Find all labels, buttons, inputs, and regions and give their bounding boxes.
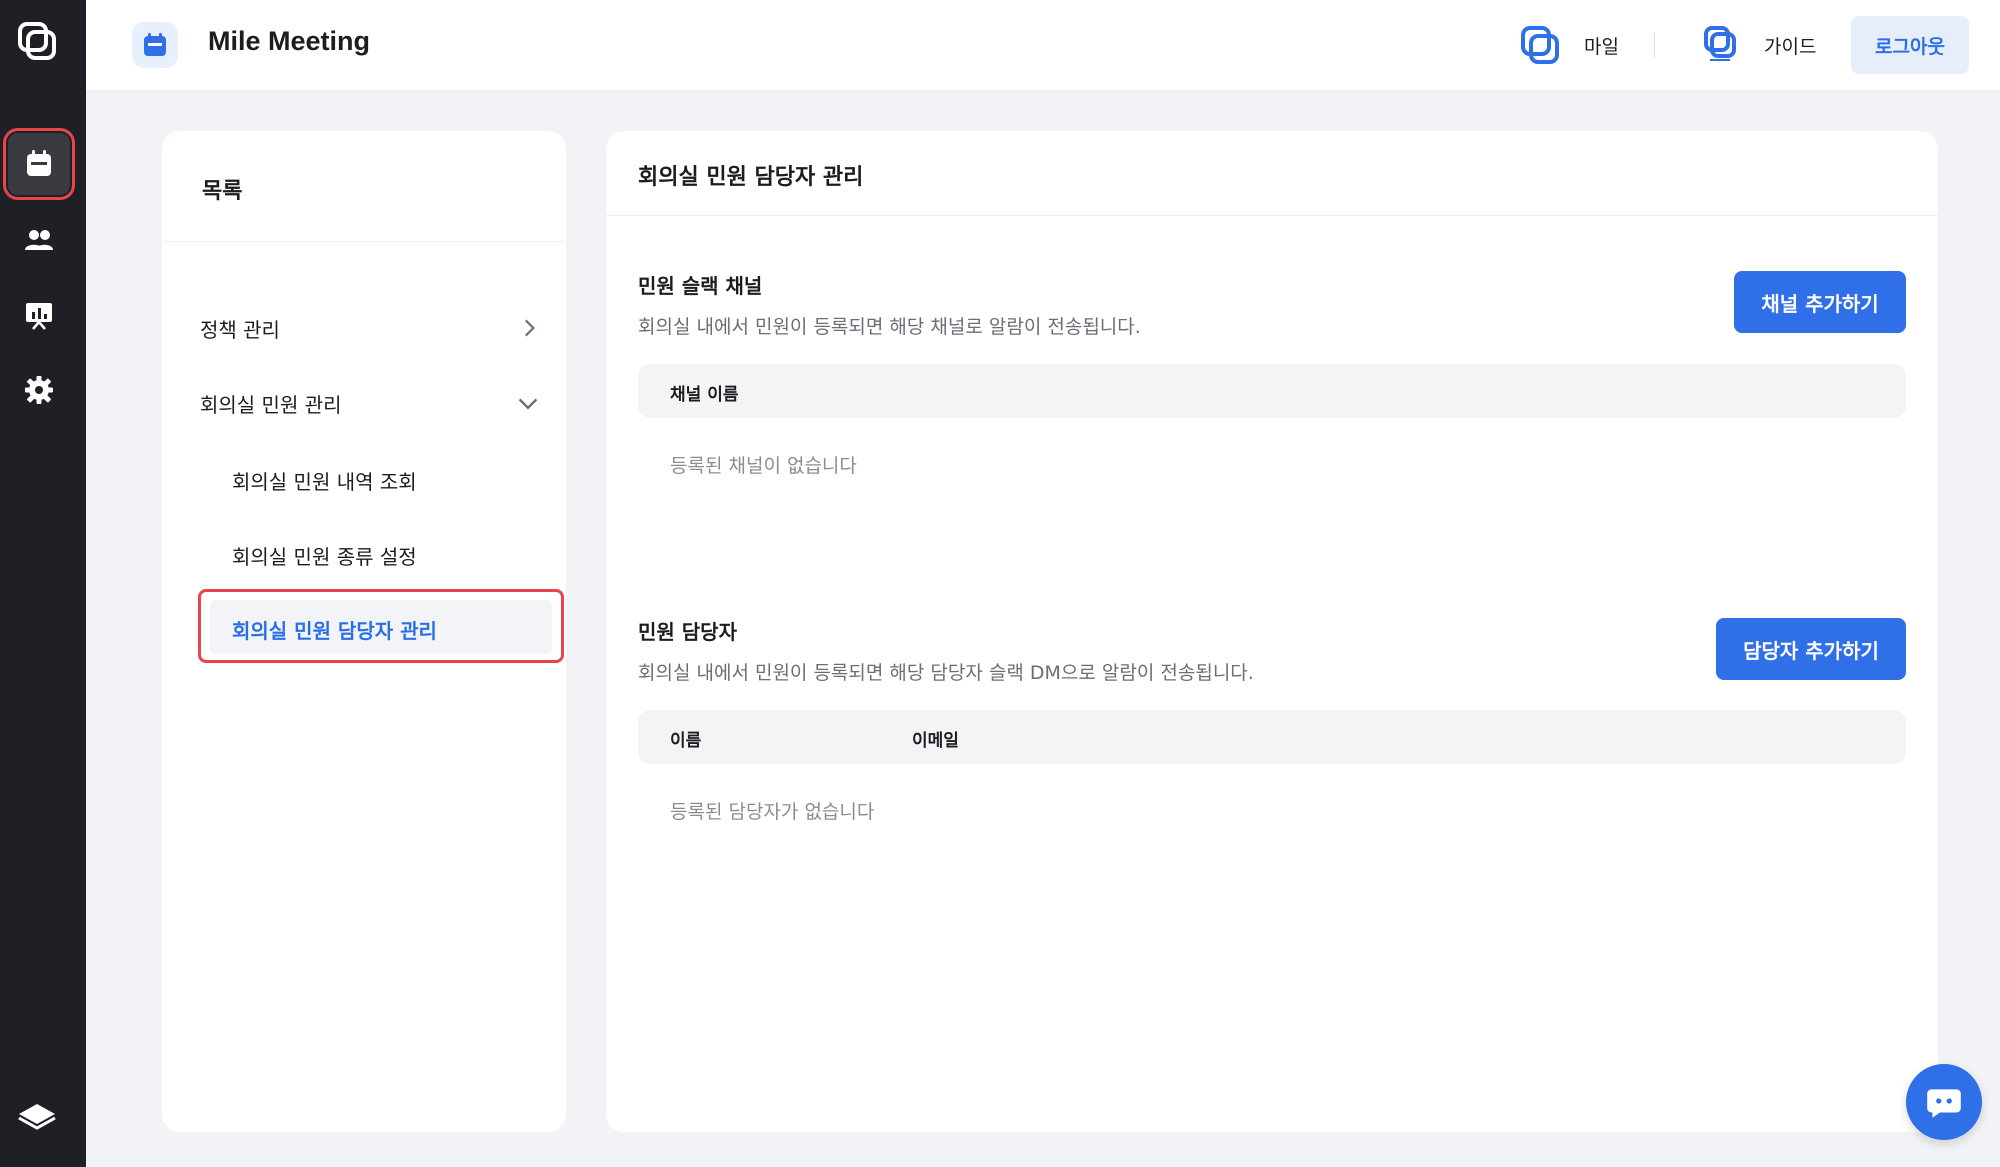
column-header-channel-name: 채널 이름 — [670, 385, 739, 405]
sidebar-item-policy[interactable]: 정책 관리 — [200, 308, 540, 348]
column-header-name: 이름 — [670, 731, 702, 751]
chevron-down-icon — [518, 398, 538, 410]
manager-section-description: 회의실 내에서 민원이 등록되면 해당 담당자 슬랙 DM으로 알람이 전송됩니… — [638, 662, 1254, 684]
chat-button[interactable] — [1906, 1064, 1982, 1140]
rail-item-meeting[interactable] — [3, 128, 75, 200]
channel-section-title: 민원 슬랙 채널 — [638, 274, 763, 298]
header-divider — [1654, 32, 1655, 58]
sidebar-subitem-types[interactable]: 회의실 민원 종류 설정 — [232, 541, 417, 570]
highlight-box — [198, 589, 564, 663]
app-title: Mile Meeting — [208, 26, 371, 56]
sidebar-item-label: 회의실 민원 관리 — [200, 392, 342, 417]
mile-link[interactable]: 마일 — [1520, 18, 1619, 72]
add-channel-button[interactable]: 채널 추가하기 — [1734, 271, 1906, 333]
title-divider — [606, 215, 1938, 216]
guide-link-label: 가이드 — [1764, 35, 1817, 58]
channel-empty-text: 등록된 채널이 없습니다 — [670, 455, 857, 477]
channel-section-description: 회의실 내에서 민원이 등록되면 해당 채널로 알람이 전송됩니다. — [638, 316, 1141, 338]
mile-link-label: 마일 — [1584, 35, 1619, 58]
app-logo-icon[interactable] — [16, 20, 58, 62]
left-rail — [0, 0, 86, 1167]
gear-icon — [25, 376, 53, 404]
chevron-right-icon — [524, 319, 535, 337]
top-header: Mile Meeting 마일 가이드 로그아웃 — [86, 0, 2000, 90]
sidebar-item-complaints[interactable]: 회의실 민원 관리 — [200, 383, 540, 423]
guide-link[interactable]: 가이드 — [1700, 18, 1816, 72]
guide-logo-icon — [1704, 26, 1736, 61]
mile-logo-icon — [1521, 26, 1559, 64]
rail-item-users[interactable] — [8, 209, 70, 271]
manager-section-title: 민원 담당자 — [638, 620, 737, 644]
calendar-icon — [27, 150, 51, 176]
chat-icon — [1927, 1089, 1961, 1118]
page-title: 회의실 민원 담당자 관리 — [638, 165, 864, 190]
channel-table-header: 채널 이름 — [638, 364, 1906, 418]
sidebar-divider — [162, 241, 566, 242]
add-manager-button[interactable]: 담당자 추가하기 — [1716, 618, 1906, 680]
sidebar-subitem-history[interactable]: 회의실 민원 내역 조회 — [232, 466, 417, 495]
sidebar-title: 목록 — [202, 179, 243, 204]
manager-empty-text: 등록된 담당자가 없습니다 — [670, 801, 875, 823]
sidebar-panel: 목록 정책 관리 회의실 민원 관리 회의실 민원 내역 조회 회의실 민원 종… — [162, 131, 566, 1132]
sidebar-item-label: 정책 관리 — [200, 317, 280, 342]
manager-table-header: 이름 이메일 — [638, 710, 1906, 764]
calendar-icon — [132, 22, 178, 68]
users-icon — [25, 230, 53, 250]
presentation-icon — [26, 303, 52, 330]
book-icon[interactable] — [16, 1092, 58, 1134]
main-panel: 회의실 민원 담당자 관리 민원 슬랙 채널 회의실 내에서 민원이 등록되면 … — [606, 131, 1938, 1132]
rail-item-presentation[interactable] — [8, 284, 70, 346]
logout-button[interactable]: 로그아웃 — [1851, 16, 1969, 74]
column-header-email: 이메일 — [912, 731, 959, 751]
rail-item-settings[interactable] — [8, 359, 70, 421]
